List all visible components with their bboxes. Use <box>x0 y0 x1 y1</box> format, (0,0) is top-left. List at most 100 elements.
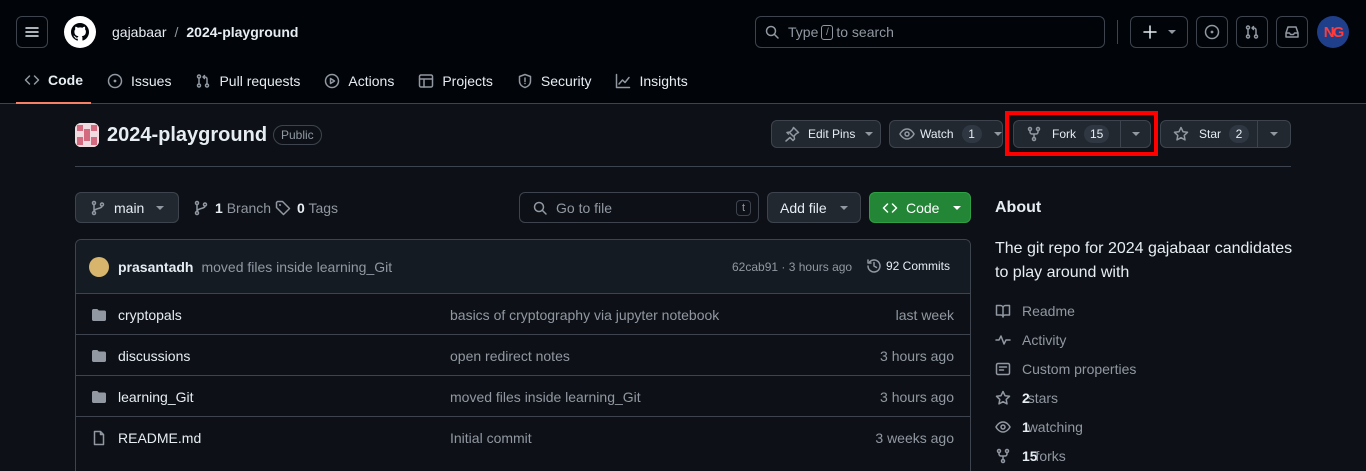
repo-forked-icon <box>996 448 1010 464</box>
tab-projects[interactable]: Projects <box>410 64 501 98</box>
fork-highlight-box <box>1005 111 1158 156</box>
tab-issues-label: Issues <box>131 73 172 89</box>
tab-actions-label: Actions <box>348 73 395 89</box>
menu-button[interactable] <box>16 16 48 48</box>
readme-label: Readme <box>1022 303 1075 319</box>
hamburger-icon <box>25 27 39 37</box>
graph-icon <box>616 73 631 89</box>
tab-insights[interactable]: Insights <box>607 64 695 98</box>
edit-pins-button[interactable]: Edit Pins <box>771 120 881 148</box>
chevron-down-icon <box>865 132 874 136</box>
table-row[interactable]: cryptopals basics of cryptography via ju… <box>76 294 970 335</box>
table-row[interactable]: discussions open redirect notes 3 hours … <box>76 335 970 376</box>
table-row[interactable]: learning_Git moved files inside learning… <box>76 376 970 417</box>
git-branch-icon <box>194 200 208 216</box>
commit-sha-time[interactable]: 62cab91 · 3 hours ago <box>732 260 852 274</box>
search-icon <box>533 201 547 215</box>
repo-header-divider <box>75 166 1291 167</box>
stars-link[interactable]: 2 stars <box>995 390 1058 406</box>
search-input[interactable]: Type / to search <box>755 16 1105 48</box>
inbox-icon <box>1285 26 1299 38</box>
tab-security-label: Security <box>540 73 592 89</box>
breadcrumb: gajabaar / 2024-playground <box>112 24 298 40</box>
tab-pull-requests[interactable]: Pull requests <box>187 64 308 98</box>
git-pull-request-icon <box>1245 25 1259 39</box>
git-branch-icon <box>91 200 105 215</box>
chevron-down-icon <box>156 205 165 210</box>
file-commit-message[interactable]: basics of cryptography via jupyter noteb… <box>450 307 719 323</box>
your-pull-requests-button[interactable] <box>1236 16 1268 48</box>
book-icon <box>995 304 1011 318</box>
create-new-button[interactable] <box>1130 16 1188 48</box>
custom-properties-label: Custom properties <box>1022 361 1137 377</box>
commit-author-avatar[interactable] <box>89 256 109 277</box>
folder-icon <box>92 309 106 321</box>
star-dropdown-button[interactable] <box>1258 121 1290 147</box>
chevron-down-icon <box>1270 132 1278 136</box>
file-table: prasantadh moved files inside learning_G… <box>75 239 971 471</box>
tags-link[interactable]: 0 Tags <box>275 200 338 216</box>
tab-issues[interactable]: Issues <box>99 64 179 98</box>
file-name[interactable]: learning_Git <box>118 389 194 405</box>
search-prefix: Type <box>788 24 819 40</box>
file-name[interactable]: cryptopals <box>118 307 182 323</box>
custom-properties-link[interactable]: Custom properties <box>995 361 1136 377</box>
readme-link[interactable]: Readme <box>995 303 1075 319</box>
star-button[interactable]: Star 2 <box>1161 125 1257 143</box>
star-button-group: Star 2 <box>1160 120 1291 148</box>
your-issues-button[interactable] <box>1196 16 1228 48</box>
eye-icon <box>995 421 1011 433</box>
commit-message[interactable]: moved files inside learning_Git <box>201 259 392 275</box>
about-heading: About <box>995 199 1042 216</box>
breadcrumb-owner[interactable]: gajabaar <box>112 24 167 40</box>
file-commit-date: 3 hours ago <box>880 389 954 405</box>
watch-button[interactable]: Watch 1 <box>889 120 1003 148</box>
forks-link[interactable]: 15 forks <box>995 448 1066 464</box>
watching-link[interactable]: 1 watching <box>995 419 1083 435</box>
file-name[interactable]: README.md <box>118 430 201 446</box>
folder-icon <box>92 391 106 403</box>
code-button-label: Code <box>906 199 940 216</box>
tab-code-label: Code <box>48 72 83 88</box>
add-file-button[interactable]: Add file <box>767 192 861 223</box>
code-button[interactable]: Code <box>869 192 971 223</box>
tab-security[interactable]: Security <box>509 64 600 98</box>
breadcrumb-repo[interactable]: 2024-playground <box>186 24 298 40</box>
file-commit-date: last week <box>895 307 954 323</box>
notifications-button[interactable] <box>1276 16 1308 48</box>
repo-title[interactable]: 2024-playground <box>107 124 267 147</box>
chevron-down-icon <box>1168 30 1177 34</box>
go-to-file-placeholder: Go to file <box>556 199 613 216</box>
tag-icon <box>275 200 291 216</box>
go-to-file-input[interactable]: Go to file t <box>519 192 759 223</box>
eye-icon <box>899 128 915 140</box>
tag-count-label: Tags <box>308 200 339 216</box>
tag-count: 0 <box>297 200 305 216</box>
edit-pins-label: Edit Pins <box>808 127 856 141</box>
git-pull-request-icon <box>197 74 210 88</box>
commit-author[interactable]: prasantadh <box>118 259 193 275</box>
tab-insights-label: Insights <box>639 73 688 89</box>
tab-actions[interactable]: Actions <box>316 64 402 98</box>
file-commit-message[interactable]: moved files inside learning_Git <box>450 389 641 405</box>
commits-link[interactable]: 92 Commits <box>866 258 950 274</box>
repo-tabs: Code Issues Pull requests Actions Projec… <box>16 64 704 104</box>
code-icon <box>882 202 898 213</box>
file-commit-date: 3 hours ago <box>880 348 954 364</box>
latest-commit-bar: prasantadh moved files inside learning_G… <box>76 240 970 294</box>
file-commit-message[interactable]: open redirect notes <box>450 348 570 364</box>
pin-icon <box>785 126 800 142</box>
tab-code[interactable]: Code <box>16 64 91 104</box>
header-divider <box>1117 20 1118 44</box>
table-row[interactable]: README.md Initial commit 3 weeks ago <box>76 417 970 458</box>
branch-count-label: Branch <box>226 200 272 216</box>
branches-link[interactable]: 1 Branch <box>193 200 271 216</box>
activity-link[interactable]: Activity <box>995 332 1066 348</box>
github-logo-icon[interactable] <box>64 16 96 48</box>
star-count: 2 <box>1229 125 1250 143</box>
user-avatar[interactable]: NG <box>1317 16 1349 48</box>
file-commit-message[interactable]: Initial commit <box>450 430 532 446</box>
branch-select-button[interactable]: main <box>75 192 179 223</box>
forks-label: forks <box>1035 448 1066 464</box>
file-name[interactable]: discussions <box>118 348 190 364</box>
